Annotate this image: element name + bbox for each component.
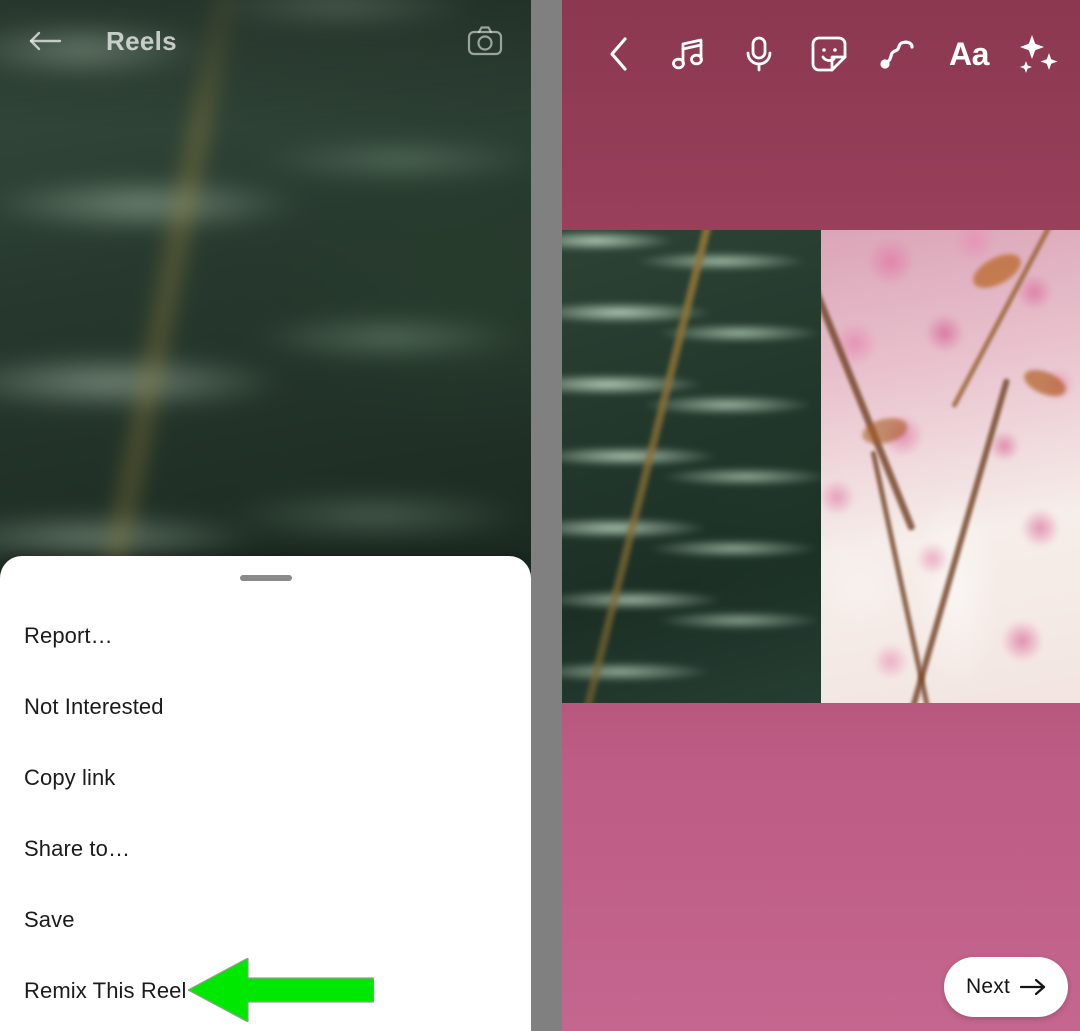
menu-item-label: Report… [24,622,113,648]
menu-item-save[interactable]: Save [0,884,531,955]
menu-item-label: Not Interested [24,693,164,719]
drag-handle[interactable] [239,575,292,581]
screen-root: Reels Report… Not Interested Copy link S… [0,0,1080,1031]
back-chevron-icon[interactable] [584,19,654,89]
menu-item-copy-link[interactable]: Copy link [0,742,531,813]
menu-item-label: Copy link [24,764,116,790]
remix-media-strip [562,230,1080,703]
sparkles-icon[interactable] [1004,19,1074,89]
text-tool-label: Aa [949,35,989,72]
camera-icon[interactable] [461,17,509,65]
menu-item-not-interested[interactable]: Not Interested [0,671,531,742]
menu-item-label: Save [24,906,75,932]
reels-header: Reels [0,0,531,82]
next-button[interactable]: Next [944,957,1068,1017]
panel-divider [531,0,562,1031]
page-title: Reels [106,25,177,56]
remix-editor-panel: Aa Next [562,0,1080,1031]
next-button-label: Next [966,975,1010,998]
back-arrow-icon[interactable] [22,18,68,64]
menu-item-label: Share to… [24,835,131,861]
menu-item-label: Remix This Reel [24,977,187,1003]
draw-squiggle-icon[interactable] [864,19,934,89]
microphone-icon[interactable] [724,19,794,89]
text-aa-icon[interactable]: Aa [934,19,1004,89]
blossom-clip-image [821,230,1080,703]
arrow-right-icon [1020,978,1046,996]
menu-item-report[interactable]: Report… [0,600,531,671]
reels-viewer-panel: Reels Report… Not Interested Copy link S… [0,0,531,1031]
annotation-arrow-icon [188,958,374,1022]
remix-clip-left[interactable] [562,230,821,703]
editor-toolbar: Aa [562,0,1080,108]
remix-clip-right[interactable] [821,230,1080,703]
sticker-icon[interactable] [794,19,864,89]
music-note-icon[interactable] [654,19,724,89]
menu-item-share-to[interactable]: Share to… [0,813,531,884]
